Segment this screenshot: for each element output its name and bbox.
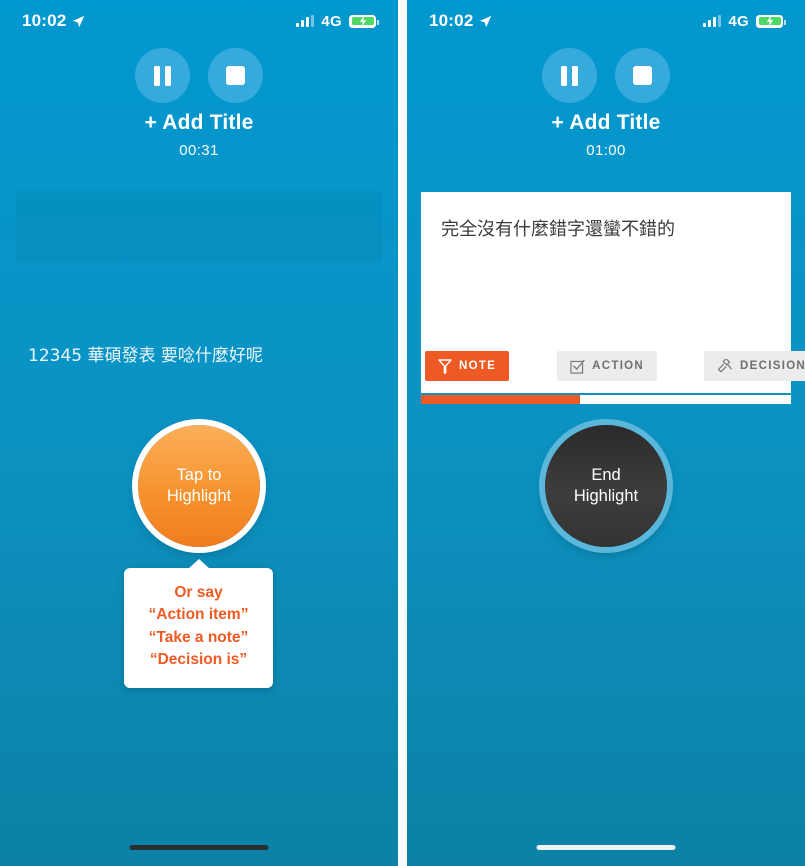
note-card-chip-row: NOTE ACTION DECISION (421, 351, 805, 381)
status-bar-left-group: 10:02 (429, 11, 492, 31)
cellular-bars-icon (296, 15, 315, 27)
pause-icon (561, 65, 578, 86)
battery-charging-icon (349, 14, 379, 28)
tooltip-line-2: “Action item” (148, 606, 249, 624)
status-bar-right: 10:02 4G (407, 0, 805, 42)
recording-timer: 00:31 (179, 142, 219, 159)
transport-controls-left (0, 48, 398, 103)
location-arrow-icon (480, 15, 492, 27)
tooltip-line-3: “Take a note” (148, 628, 249, 646)
action-chip-label: ACTION (592, 360, 645, 372)
pause-button[interactable] (135, 48, 190, 103)
highlight-label-line2: Highlight (166, 487, 232, 505)
stop-button[interactable] (615, 48, 670, 103)
battery-charging-icon (756, 14, 786, 28)
add-title-button[interactable]: + Add Title (0, 111, 398, 135)
highlight-progress-fill (421, 395, 581, 404)
checkbox-checked-icon (570, 359, 585, 374)
tooltip-line-4: “Decision is” (149, 651, 248, 669)
voice-command-tooltip: Or say “Action item” “Take a note” “Deci… (124, 568, 273, 688)
stop-button[interactable] (208, 48, 263, 103)
tooltip-line-1: Or say (174, 584, 223, 601)
note-chip-button[interactable]: NOTE (425, 351, 510, 381)
highlight-progress-track (421, 395, 791, 404)
gavel-icon (717, 358, 733, 372)
highlight-label-line1: End (591, 466, 621, 485)
pennant-flag-icon (438, 358, 452, 374)
highlight-label-line1: Tap to (176, 466, 222, 485)
status-time: 10:02 (429, 11, 474, 30)
empty-transcript-panel (16, 191, 382, 261)
stop-icon (633, 66, 652, 85)
status-bar-left: 10:02 4G (0, 0, 398, 42)
home-indicator[interactable] (536, 845, 676, 850)
network-label: 4G (728, 12, 749, 30)
note-chip-label: NOTE (459, 360, 497, 372)
tap-to-highlight-label: Tap to Highlight (167, 465, 231, 506)
note-card: 完全沒有什麼錯字還蠻不錯的 NOTE ACTION DECISION (421, 192, 805, 393)
action-chip-button[interactable]: ACTION (557, 351, 658, 381)
end-highlight-button[interactable]: End Highlight (545, 425, 667, 547)
pause-button[interactable] (542, 48, 597, 103)
cellular-bars-icon (703, 15, 722, 27)
recording-timer: 01:00 (586, 142, 626, 159)
home-indicator[interactable] (129, 845, 269, 850)
end-highlight-label: End Highlight (574, 465, 638, 506)
decision-chip-label: DECISION (740, 360, 805, 372)
note-card-text[interactable]: 完全沒有什麼錯字還蠻不錯的 (441, 216, 771, 243)
network-label: 4G (321, 12, 342, 30)
live-transcript-text: 12345 華碩發表 要唸什麼好呢 (28, 346, 263, 366)
location-arrow-icon (73, 15, 85, 27)
status-bar-right-group: 4G (296, 12, 379, 30)
highlight-button-area-right: End Highlight (407, 425, 805, 547)
transport-controls-right (407, 48, 805, 103)
tap-to-highlight-button[interactable]: Tap to Highlight (138, 425, 260, 547)
decision-chip-button[interactable]: DECISION (704, 351, 805, 381)
status-bar-left-group: 10:02 (22, 11, 85, 31)
pause-icon (154, 65, 171, 86)
status-time: 10:02 (22, 11, 67, 30)
highlight-label-line2: Highlight (573, 487, 639, 505)
highlight-button-area-left: Tap to Highlight (0, 425, 398, 547)
phone-screen-right: 10:02 4G + Add Title 01:00 完全沒有什麼錯字還蠻不錯的… (407, 0, 805, 866)
dual-screenshot-container: 10:02 4G + Add Title 00:31 12345 華碩發表 要唸… (0, 0, 805, 866)
screenshot-divider (398, 0, 407, 866)
stop-icon (226, 66, 245, 85)
phone-screen-left: 10:02 4G + Add Title 00:31 12345 華碩發表 要唸… (0, 0, 398, 866)
add-title-button[interactable]: + Add Title (407, 111, 805, 135)
status-bar-right-group: 4G (703, 12, 786, 30)
